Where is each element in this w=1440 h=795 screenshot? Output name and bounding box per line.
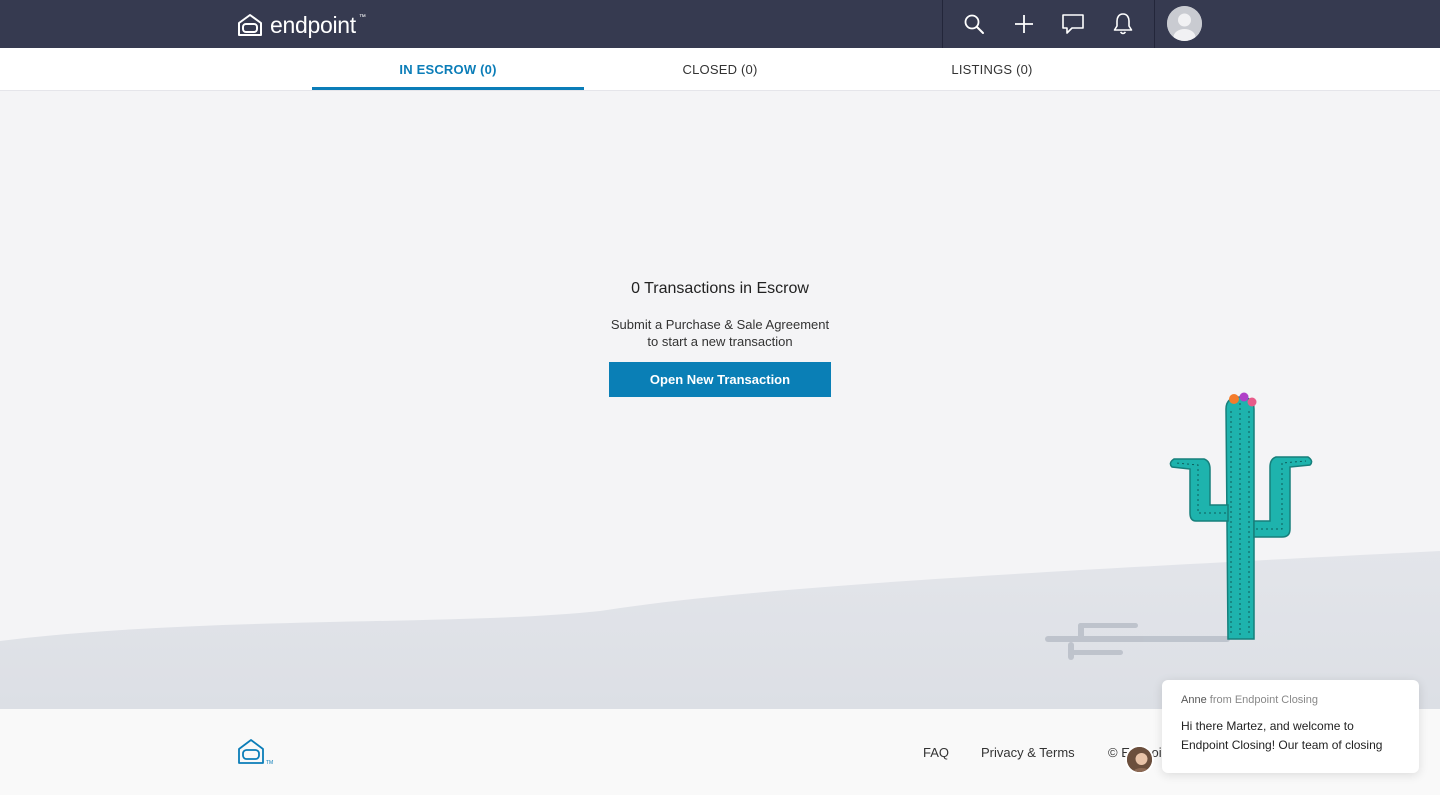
header-actions [942,0,1155,48]
search-icon [964,14,984,34]
notifications-button[interactable] [1103,4,1143,44]
bell-icon [1113,13,1133,35]
open-new-transaction-button[interactable]: Open New Transaction [609,362,831,397]
chat-icon [1062,14,1085,34]
empty-state: 0 Transactions in Escrow Submit a Purcha… [520,280,920,397]
desert-illustration [0,392,1440,709]
tab-in-escrow[interactable]: IN ESCROW (0) [312,48,584,90]
brand-name: endpoint [270,11,356,38]
tab-listings[interactable]: LISTINGS (0) [856,48,1128,90]
top-navbar: endpoint ™ [0,0,1440,48]
search-button[interactable] [954,4,994,44]
chat-header: Anne from Endpoint Closing [1181,694,1400,706]
plus-icon [1014,15,1033,33]
empty-state-title: 0 Transactions in Escrow [631,280,809,297]
chat-sender-name: Anne [1181,694,1207,706]
chat-sender-suffix: from Endpoint Closing [1209,694,1318,706]
user-avatar[interactable] [1167,6,1202,41]
chat-agent-avatar[interactable] [1125,745,1154,774]
tab-closed[interactable]: CLOSED (0) [584,48,856,90]
brand-logo[interactable]: endpoint ™ [236,11,369,39]
footer-logo-icon[interactable]: TM [237,737,275,767]
privacy-terms-link[interactable]: Privacy & Terms [981,745,1075,760]
add-button[interactable] [1004,4,1044,44]
svg-text:TM: TM [266,760,273,766]
empty-state-line2: to start a new transaction [647,334,793,349]
chat-message-line1: Hi there Martez, and welcome to [1181,719,1354,733]
endpoint-logo-icon [238,14,262,36]
trademark: ™ [358,13,366,21]
empty-state-line1: Submit a Purchase & Sale Agreement [610,317,830,332]
chat-popup[interactable]: Anne from Endpoint Closing Hi there Mart… [1162,680,1419,773]
user-icon [1167,6,1202,41]
transaction-tabs: IN ESCROW (0) CLOSED (0) LISTINGS (0) [0,48,1440,91]
messages-button[interactable] [1053,4,1093,44]
faq-link[interactable]: FAQ [923,745,949,760]
chat-message-line2: Endpoint Closing! Our team of closing [1181,738,1383,752]
